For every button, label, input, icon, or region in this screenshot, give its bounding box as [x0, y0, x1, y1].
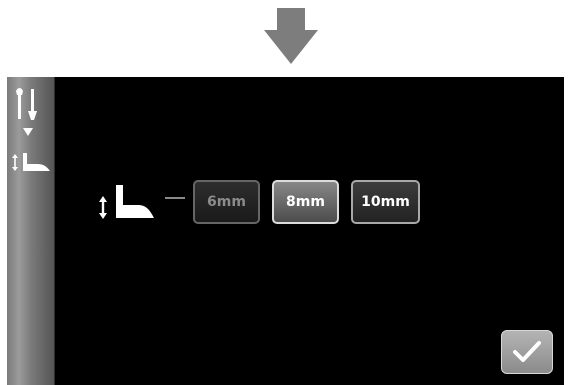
machine-screen: 6mm 8mm 10mm: [7, 77, 564, 385]
confirm-button[interactable]: [501, 330, 553, 374]
connector-line: [165, 197, 185, 199]
down-arrow-icon: [264, 8, 318, 64]
down-triangle-icon: [23, 128, 33, 136]
presser-foot-height-icon: [12, 153, 50, 171]
presser-foot-height-icon: [99, 185, 154, 219]
sidebar: [7, 77, 55, 385]
height-6mm-button[interactable]: 6mm: [193, 180, 260, 224]
height-8mm-button[interactable]: 8mm: [272, 180, 339, 224]
height-10mm-button[interactable]: 10mm: [351, 180, 420, 224]
tools-icon: [16, 88, 37, 120]
checkmark-icon: [513, 341, 541, 362]
